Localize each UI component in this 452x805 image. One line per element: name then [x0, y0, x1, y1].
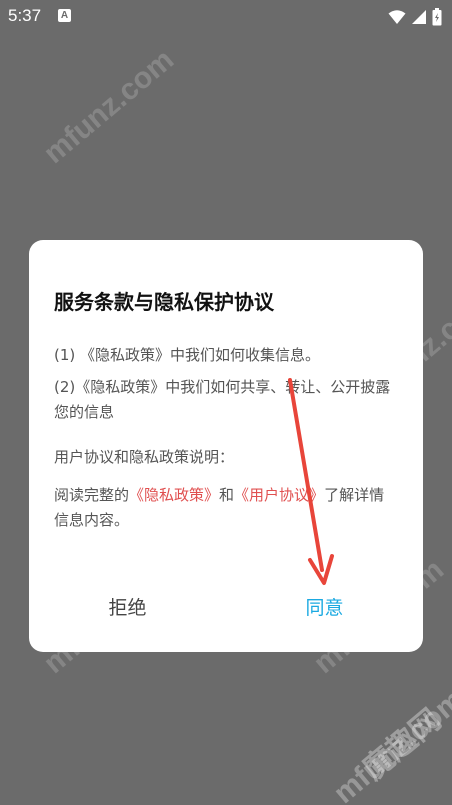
dialog-buttons: 拒绝 同意: [29, 588, 423, 628]
notification-a-icon: A: [58, 9, 71, 22]
notice-text-middle: 和: [219, 486, 235, 504]
status-bar: 5:37 A: [0, 0, 452, 32]
policy-point-2: (2)《隐私政策》中我们如何共享、转让、公开披露您的信息: [54, 378, 391, 421]
user-agreement-link[interactable]: 《用户协议》: [234, 486, 324, 504]
watermark: mfunz.com: [327, 683, 452, 805]
battery-icon: [432, 7, 442, 25]
watermark: 魔趣网: [357, 703, 448, 787]
policy-point-1: (1) 《隐私政策》中我们如何收集信息。: [54, 346, 321, 364]
wifi-icon: [388, 9, 406, 24]
reject-button[interactable]: 拒绝: [29, 588, 226, 628]
status-time: 5:37: [8, 6, 42, 25]
signal-icon: [411, 9, 426, 24]
policy-read-notice: 阅读完整的《隐私政策》和《用户协议》了解详情信息内容。: [54, 483, 399, 533]
status-icons: [388, 6, 442, 26]
policy-explanation-heading: 用户协议和隐私政策说明：: [54, 448, 235, 466]
privacy-policy-link[interactable]: 《隐私政策》: [129, 486, 219, 504]
notice-text-before: 阅读完整的: [54, 486, 130, 504]
agree-button[interactable]: 同意: [226, 588, 423, 628]
dialog-body: (1) 《隐私政策》中我们如何收集信息。 (2)《隐私政策》中我们如何共享、转让…: [54, 343, 399, 540]
dialog-title: 服务条款与隐私保护协议: [54, 290, 274, 314]
watermark: mfunz.com: [37, 43, 181, 171]
privacy-dialog: 服务条款与隐私保护协议 (1) 《隐私政策》中我们如何收集信息。 (2)《隐私政…: [29, 240, 423, 652]
